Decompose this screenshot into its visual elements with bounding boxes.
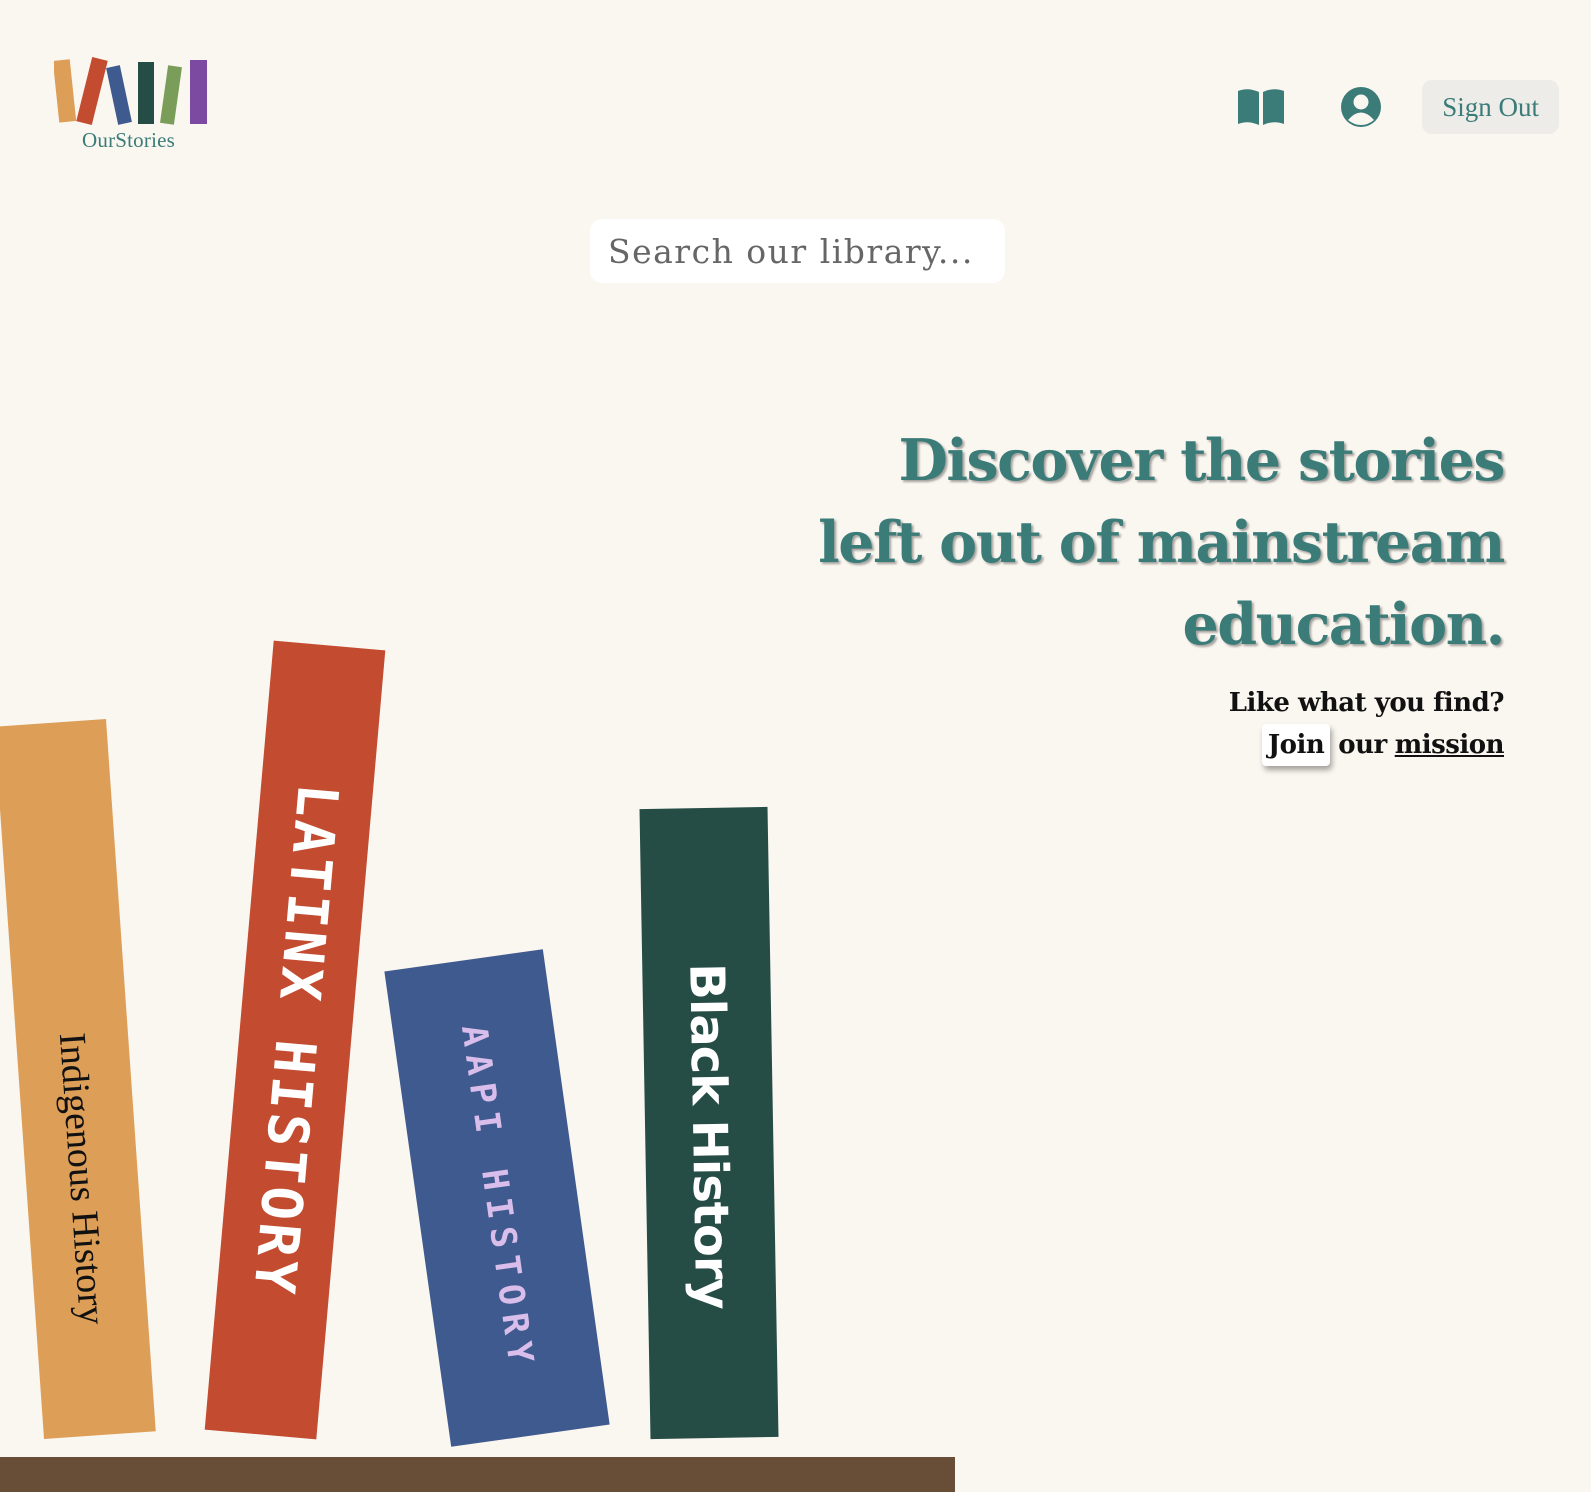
- bookshelf: [0, 1457, 955, 1492]
- brand-logo[interactable]: OurStories: [54, 56, 214, 156]
- book-label: LATINX HISTORY: [240, 781, 350, 1299]
- book-label: Black History: [678, 962, 741, 1309]
- library-button[interactable]: [1234, 80, 1288, 134]
- hero-headline-line: education.: [1182, 591, 1506, 658]
- book-aapi-history[interactable]: AAPI HISTORY: [384, 949, 610, 1447]
- join-button[interactable]: Join: [1261, 724, 1331, 766]
- join-line: Join our mission: [704, 724, 1505, 766]
- account-button[interactable]: [1334, 80, 1388, 134]
- book-black-history[interactable]: Black History: [639, 806, 779, 1440]
- sign-out-button[interactable]: Sign Out: [1422, 80, 1559, 134]
- user-circle-icon: [1341, 87, 1382, 127]
- hero-headline-line: left out of mainstream: [818, 509, 1505, 576]
- book-indigenous-history[interactable]: Indigenous History: [0, 718, 156, 1440]
- brand-name: OurStories: [82, 128, 175, 152]
- top-nav: Sign Out: [1234, 80, 1559, 134]
- open-book-icon: [1238, 89, 1285, 125]
- hero-headline: Discover the stories left out of mainstr…: [704, 420, 1506, 666]
- hero-section: Discover the stories left out of mainstr…: [704, 420, 1506, 766]
- book-label: AAPI HISTORY: [452, 1022, 542, 1374]
- search-input[interactable]: [590, 219, 1005, 283]
- book-label: Indigenous History: [50, 1031, 114, 1327]
- our-text: our: [1338, 730, 1387, 760]
- hero-prompt: Like what you find?: [1228, 688, 1505, 718]
- logo-books-icon: [54, 57, 207, 125]
- book-latinx-history[interactable]: LATINX HISTORY: [204, 640, 386, 1440]
- hero-headline-line: Discover the stories: [898, 427, 1505, 494]
- mission-link[interactable]: mission: [1395, 730, 1505, 760]
